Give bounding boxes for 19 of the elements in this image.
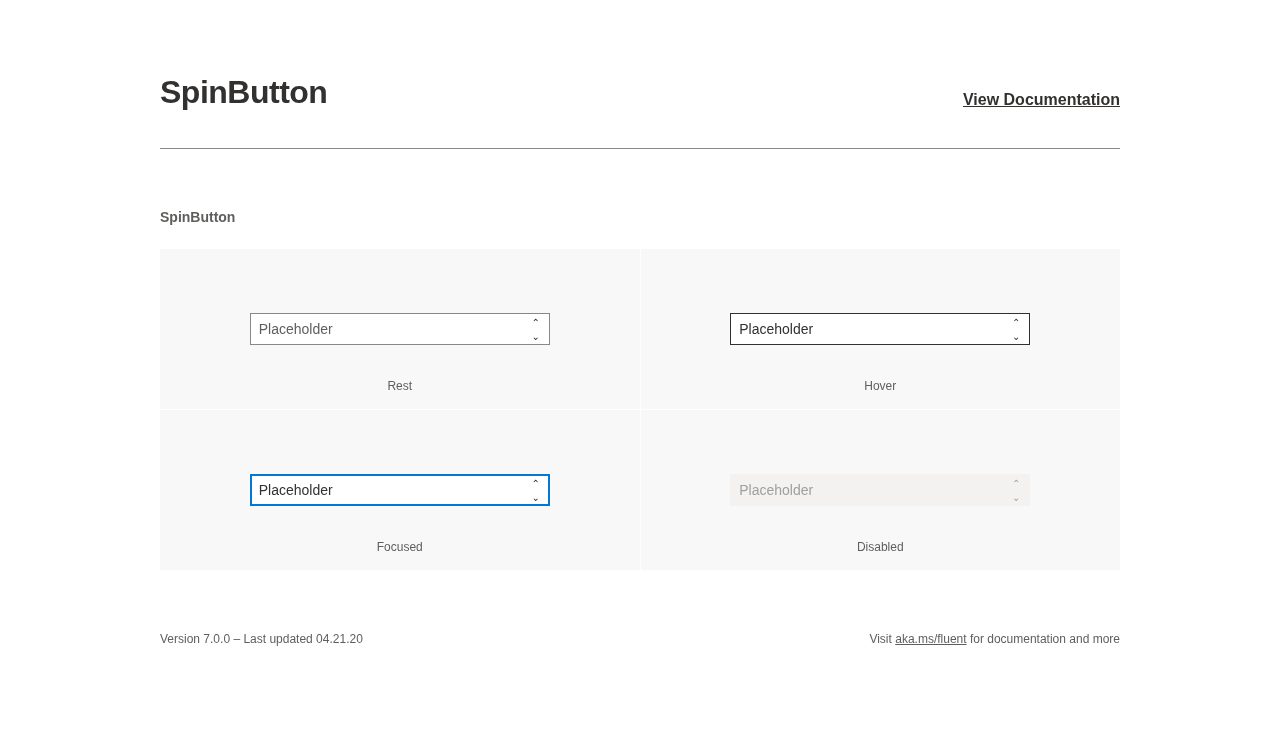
spin-button-field[interactable]: Placeholder ⌃ ⌄ [249, 474, 550, 506]
spin-button-field[interactable]: Placeholder ⌃ ⌄ [249, 313, 550, 345]
fluent-link[interactable]: aka.ms/fluent [895, 632, 967, 646]
section-label: SpinButton [160, 209, 237, 225]
spin-button-field[interactable]: Placeholder ⌃ ⌄ [730, 313, 1031, 345]
decrement-button[interactable]: ⌄ [528, 490, 543, 504]
state-caption: Disabled [856, 540, 904, 554]
increment-button[interactable]: ⌃ [528, 476, 543, 490]
increment-button[interactable]: ⌃ [528, 315, 543, 329]
state-caption: Rest [387, 379, 413, 393]
page-title: SpinButton [160, 74, 328, 111]
state-caption: Hover [864, 379, 897, 393]
decrement-button[interactable]: ⌄ [528, 329, 543, 343]
increment-button[interactable]: ⌃ [1009, 315, 1024, 329]
footer-note: Visit aka.ms/fluent for documentation and more [869, 632, 1120, 646]
version-text: Version 7.0.0 – Last updated 04.21.20 [160, 632, 363, 646]
state-caption: Focused [376, 540, 423, 554]
decrement-button[interactable]: ⌄ [1009, 329, 1024, 343]
view-documentation-link[interactable]: View Documentation [962, 91, 1120, 109]
